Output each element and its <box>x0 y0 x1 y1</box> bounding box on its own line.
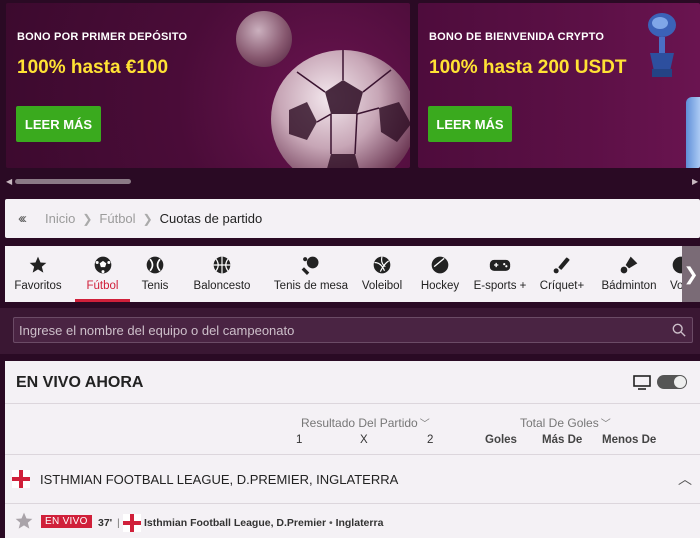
live-stream-toggle[interactable] <box>657 375 687 389</box>
table-tennis-icon <box>300 254 322 276</box>
sport-label: Voleibol <box>361 280 403 292</box>
tennis-ball-icon <box>144 254 166 276</box>
crypto-bottle-image <box>686 97 700 168</box>
sport-label: Críquet+ <box>539 280 585 292</box>
col-goals: Goles <box>485 434 517 446</box>
chevron-right-icon: ❯ <box>82 211 93 226</box>
trophy-icon <box>648 13 676 77</box>
market-goals-header[interactable]: Total De Goles ﹀ <box>520 415 611 430</box>
promo-kicker: BONO POR PRIMER DEPÓSITO <box>17 31 188 43</box>
breadcrumb-home[interactable]: Inicio <box>45 211 75 226</box>
sport-label: Fútbol <box>86 280 119 292</box>
sport-label: Favoritos <box>14 280 62 292</box>
sports-nav: Favoritos Fútbol Tenis Baloncesto Tenis … <box>5 246 700 302</box>
england-flag-icon <box>12 470 30 488</box>
sport-label: Tenis <box>141 280 169 292</box>
match-minute: 37' <box>98 517 113 529</box>
chevron-down-icon: ﹀ <box>600 419 611 430</box>
sport-tab-basketball[interactable]: Baloncesto <box>186 246 258 302</box>
col-under: Menos De <box>602 434 657 446</box>
market-label: Resultado Del Partido <box>301 416 418 430</box>
scroll-right-arrow-icon[interactable]: ▶ <box>692 177 698 186</box>
breadcrumb-current: Cuotas de partido <box>159 211 263 226</box>
breadcrumb: ‹‹‹ Inicio ❯ Fútbol ❯ Cuotas de partido <box>5 199 700 238</box>
live-now-panel: EN VIVO AHORA Resultado Del Partido ﹀ Tot… <box>5 361 700 538</box>
sport-tab-volleyball[interactable]: Voleibol <box>356 246 408 302</box>
market-label: Total De Goles <box>520 416 599 430</box>
col-draw: X <box>360 434 368 446</box>
match-league: Isthmian Football League, D.Premier • In… <box>144 517 383 529</box>
chevron-down-icon: ﹀ <box>419 419 430 430</box>
match-country: Inglaterra <box>335 517 384 529</box>
sport-tab-hockey[interactable]: Hockey <box>416 246 464 302</box>
search-placeholder: Ingrese el nombre del equipo o del campe… <box>19 322 295 338</box>
promo-banner-deposit[interactable]: BONO POR PRIMER DEPÓSITO 100% hasta €100… <box>6 3 410 168</box>
promo-carousel: BONO POR PRIMER DEPÓSITO 100% hasta €100… <box>0 0 700 172</box>
section-title: EN VIVO AHORA <box>16 374 144 391</box>
soccer-ball-image <box>271 50 410 168</box>
shuttlecock-icon <box>618 254 640 276</box>
col-away: 2 <box>427 434 434 446</box>
sport-tab-cricket[interactable]: Críquet+ <box>536 246 588 302</box>
sport-tab-football[interactable]: Fútbol <box>75 246 130 302</box>
divider <box>5 503 700 504</box>
sport-tab-esports[interactable]: E-sports + <box>470 246 530 302</box>
carousel-scrollbar[interactable] <box>15 179 131 184</box>
chevron-right-icon[interactable]: ❯ <box>682 246 700 302</box>
tv-icon[interactable] <box>633 375 651 390</box>
col-over: Más De <box>542 434 583 446</box>
market-result-header[interactable]: Resultado Del Partido ﹀ <box>301 415 430 430</box>
cricket-icon <box>551 254 573 276</box>
england-flag-icon <box>123 514 141 532</box>
sport-tab-favorites[interactable]: Favoritos <box>5 246 71 302</box>
chevron-right-icon: ❯ <box>142 211 153 226</box>
read-more-button[interactable]: LEER MÁS <box>428 106 512 142</box>
basketball-icon <box>211 254 233 276</box>
promo-kicker: BONO DE BIENVENIDA CRYPTO <box>429 31 605 43</box>
hockey-puck-icon <box>429 254 451 276</box>
live-badge: EN VIVO <box>41 515 92 528</box>
sport-label: E-sports + <box>473 280 527 292</box>
promo-amount: 100% hasta 200 USDT <box>429 57 627 78</box>
read-more-button[interactable]: LEER MÁS <box>16 106 101 142</box>
separator: | <box>117 517 120 529</box>
divider <box>5 403 700 404</box>
scroll-left-arrow-icon[interactable]: ◀ <box>6 177 12 186</box>
sport-label: Bádminton <box>601 280 657 292</box>
star-icon <box>27 254 49 276</box>
volleyball-icon <box>371 254 393 276</box>
chevron-up-icon[interactable]: ︿ <box>678 469 692 489</box>
league-header[interactable]: ISTHMIAN FOOTBALL LEAGUE, D.PREMIER, ING… <box>5 455 700 503</box>
sport-label: Hockey <box>420 280 460 292</box>
promo-banner-crypto[interactable]: BONO DE BIENVENIDA CRYPTO 100% hasta 200… <box>418 3 700 168</box>
sport-label: Tenis de mesa <box>273 280 349 292</box>
sport-tab-badminton[interactable]: Bádminton <box>596 246 662 302</box>
back-double-chevron-icon[interactable]: ‹‹‹ <box>5 210 45 227</box>
sport-tab-table-tennis[interactable]: Tenis de mesa <box>270 246 352 302</box>
search-input[interactable]: Ingrese el nombre del equipo o del campe… <box>13 317 693 343</box>
soccer-ball-icon <box>92 254 114 276</box>
match-row[interactable]: EN VIVO 37' | Isthmian Football League, … <box>5 511 700 535</box>
favorite-star-icon[interactable] <box>14 511 34 531</box>
match-league-name: Isthmian Football League, D.Premier <box>144 517 327 529</box>
gamepad-icon <box>489 254 511 276</box>
league-name: ISTHMIAN FOOTBALL LEAGUE, D.PREMIER, ING… <box>40 472 399 487</box>
toggle-knob <box>674 376 686 388</box>
search-icon[interactable] <box>672 323 686 337</box>
col-home: 1 <box>296 434 303 446</box>
sport-tab-tennis[interactable]: Tenis <box>134 246 176 302</box>
promo-amount: 100% hasta €100 <box>17 57 169 78</box>
breadcrumb-football[interactable]: Fútbol <box>99 211 135 226</box>
bullet-separator: • <box>326 517 336 529</box>
sport-label: Baloncesto <box>193 280 251 292</box>
search-bar: Ingrese el nombre del equipo o del campe… <box>0 308 700 354</box>
